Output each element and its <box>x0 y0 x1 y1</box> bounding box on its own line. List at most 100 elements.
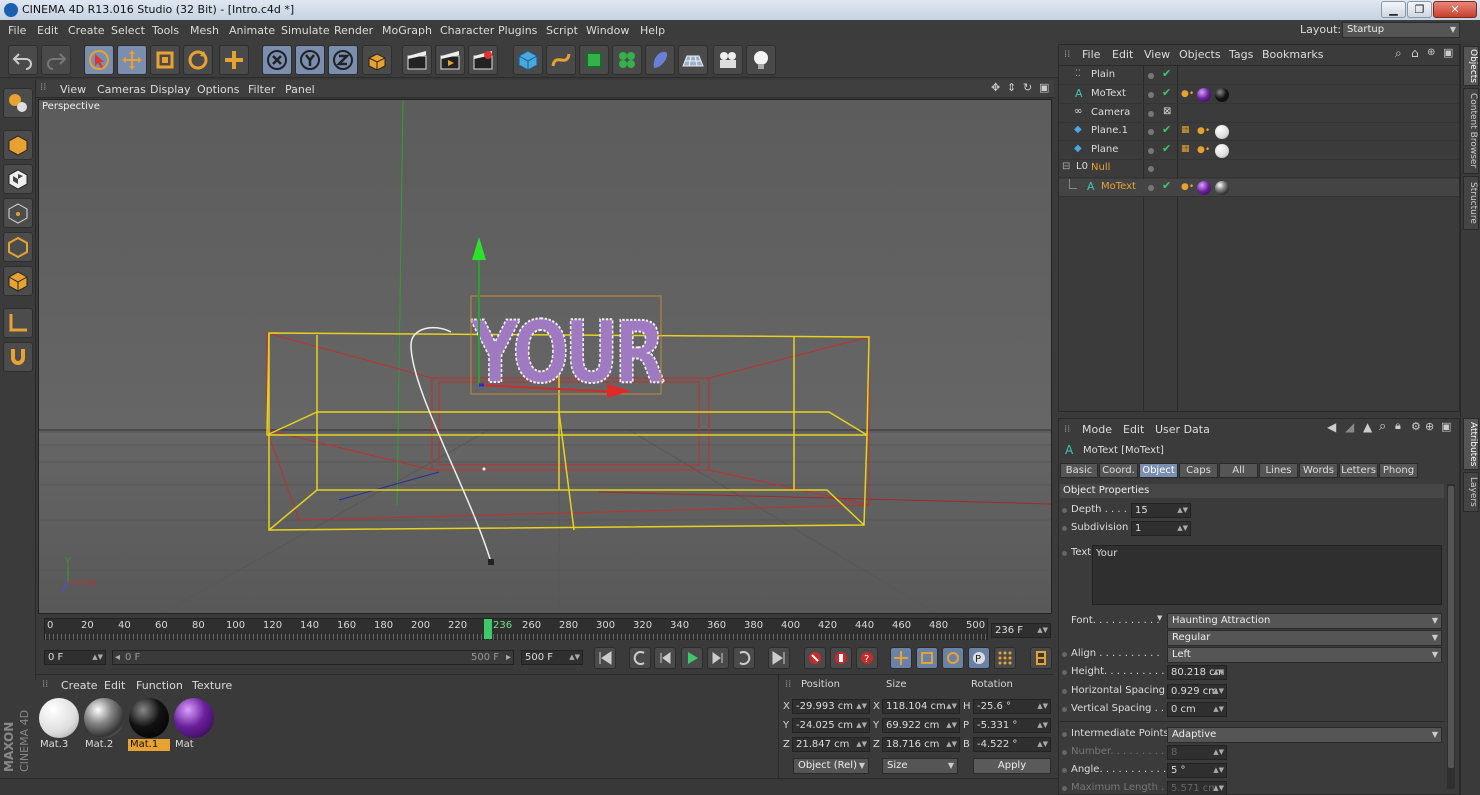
apply-button[interactable]: Apply <box>973 758 1051 774</box>
render-picture-viewer-button[interactable] <box>435 45 465 75</box>
material-menu-texture[interactable]: Texture <box>192 679 232 692</box>
objects-menu-tags[interactable]: Tags <box>1229 48 1253 61</box>
play-button[interactable] <box>681 647 703 669</box>
live-selection-button[interactable] <box>84 45 114 75</box>
home-icon[interactable]: ⌂ <box>1411 46 1419 60</box>
anim-dot[interactable] <box>1062 689 1067 694</box>
size-z-field[interactable]: 18.716 cm ▲▼ <box>882 737 960 752</box>
object-row-motext[interactable]: A MoText ✔ ●• <box>1059 86 1459 104</box>
anim-dot[interactable] <box>1062 732 1067 737</box>
object-row-null[interactable]: ⊟ L0 Null <box>1059 160 1459 178</box>
scrollbar-thumb[interactable] <box>1448 486 1454 768</box>
add-cube-button[interactable] <box>513 45 543 75</box>
menu-edit[interactable]: Edit <box>37 24 58 37</box>
rotation-p-field[interactable]: -5.331 ° ▲▼ <box>973 718 1051 733</box>
add-deformer-button[interactable] <box>645 45 675 75</box>
material-tag-white[interactable] <box>1215 144 1229 158</box>
checkmark-icon[interactable]: ✔ <box>1162 67 1171 80</box>
material-tag-purple[interactable] <box>1197 181 1211 195</box>
rotation-h-field[interactable]: -25.6 ° ▲▼ <box>973 699 1051 714</box>
polygons-mode-button[interactable] <box>3 266 33 296</box>
timeline-track[interactable]: 0 20 40 60 80 100 120 140 160 180 200 22… <box>44 618 989 640</box>
position-x-field[interactable]: -29.993 cm ▲▼ <box>792 699 870 714</box>
anim-dot[interactable] <box>1062 508 1067 513</box>
add-mograph-button[interactable] <box>612 45 642 75</box>
side-tab-objects[interactable]: Objects <box>1463 46 1479 86</box>
object-row-plane-1[interactable]: ◆ Plane.1 ✔ ▦ ●• <box>1059 123 1459 141</box>
make-editable-button[interactable] <box>3 88 33 118</box>
tab-letters[interactable]: Letters <box>1339 463 1378 478</box>
frame-range-slider[interactable]: ◂ 0 F 500 F ▸ <box>112 650 514 665</box>
edges-mode-button[interactable] <box>3 232 33 262</box>
visibility-dot[interactable] <box>1148 129 1154 135</box>
menu-help[interactable]: Help <box>640 24 665 37</box>
compositing-tag-icon[interactable]: ▦ <box>1181 125 1190 135</box>
visibility-dot[interactable] <box>1148 185 1154 191</box>
add-nurbs-button[interactable] <box>579 45 609 75</box>
objects-menu-objects[interactable]: Objects <box>1179 48 1221 61</box>
checkmark-icon[interactable]: ✔ <box>1162 123 1171 136</box>
menu-character[interactable]: Character <box>440 24 494 37</box>
material-swatch[interactable]: Mat <box>173 697 215 751</box>
tab-object[interactable]: Object <box>1139 463 1178 478</box>
settings-icon[interactable]: ⚙ <box>1411 420 1421 433</box>
layout-select[interactable]: Startup ▼ <box>1342 22 1460 38</box>
rotate-button[interactable] <box>183 45 213 75</box>
render-settings-button[interactable] <box>468 45 498 75</box>
viewport-menu-panel[interactable]: Panel <box>285 83 315 96</box>
checkmark-icon[interactable]: ✔ <box>1162 179 1171 192</box>
objects-menu-bookmarks[interactable]: Bookmarks <box>1262 48 1323 61</box>
workplane-button[interactable] <box>3 308 33 338</box>
add-environment-button[interactable] <box>678 45 708 75</box>
next-key-button[interactable] <box>733 647 755 669</box>
new-view-icon[interactable]: ⊕ <box>1427 47 1435 58</box>
record-button[interactable] <box>804 647 826 669</box>
go-to-start-button[interactable] <box>594 647 616 669</box>
add-spline-button[interactable] <box>546 45 576 75</box>
coordinate-system-button[interactable] <box>362 45 392 75</box>
checkmark-icon[interactable]: ✔ <box>1162 142 1171 155</box>
material-menu-create[interactable]: Create <box>61 679 98 692</box>
viewport-menu-filter[interactable]: Filter <box>248 83 275 96</box>
align-select[interactable]: Left ▼ <box>1167 647 1442 663</box>
side-tab-structure[interactable]: Structure <box>1463 176 1479 230</box>
menu-render[interactable]: Render <box>334 24 373 37</box>
anim-dot[interactable] <box>1062 786 1067 791</box>
menu-animate[interactable]: Animate <box>229 24 275 37</box>
rotate-view-icon[interactable]: ↻ <box>1023 81 1032 94</box>
material-tag-purple[interactable] <box>1197 88 1211 102</box>
viewport-menu-display[interactable]: Display <box>150 83 191 96</box>
minimize-button[interactable]: ▁ <box>1381 1 1406 18</box>
menu-script[interactable]: Script <box>546 24 578 37</box>
anim-dot[interactable] <box>1062 707 1067 712</box>
tab-words[interactable]: Words <box>1299 463 1338 478</box>
texture-mode-button[interactable] <box>3 164 33 194</box>
new-panel-icon[interactable]: ⊕ <box>1425 420 1434 433</box>
menu-file[interactable]: File <box>8 24 26 37</box>
objects-menu-edit[interactable]: Edit <box>1112 48 1133 61</box>
material-tag-chrome[interactable] <box>1215 181 1229 195</box>
object-row-plane[interactable]: ◆ Plane ✔ ▦ ●• <box>1059 142 1459 160</box>
record-rotation-button[interactable] <box>942 647 964 669</box>
tab-all[interactable]: All <box>1219 463 1258 478</box>
depth-field[interactable]: 15 ▲▼ <box>1131 503 1191 518</box>
search-icon[interactable]: ⌕ <box>1379 419 1386 434</box>
menu-plugins[interactable]: Plugins <box>498 24 537 37</box>
visibility-dot[interactable] <box>1148 148 1154 154</box>
points-mode-button[interactable] <box>3 198 33 228</box>
expand-panel-icon[interactable]: ▣ <box>1443 46 1453 59</box>
objects-menu-view[interactable]: View <box>1144 48 1170 61</box>
add-tool-button[interactable] <box>219 45 249 75</box>
move-button[interactable] <box>117 45 147 75</box>
anim-dot[interactable] <box>1062 670 1067 675</box>
scale-button[interactable] <box>150 45 180 75</box>
section-header[interactable]: Object Properties <box>1060 484 1444 498</box>
visibility-dot[interactable] <box>1148 166 1154 172</box>
visibility-dot[interactable] <box>1148 111 1154 117</box>
current-frame-field[interactable]: 236 F ▲▼ <box>991 623 1051 638</box>
tab-phong[interactable]: Phong <box>1379 463 1418 478</box>
viewport-menu-view[interactable]: View <box>60 83 86 96</box>
menu-simulate[interactable]: Simulate <box>281 24 330 37</box>
up-arrow-icon[interactable]: ▲ <box>1363 420 1372 434</box>
start-frame-field[interactable]: 0 F ▲▼ <box>44 650 106 665</box>
